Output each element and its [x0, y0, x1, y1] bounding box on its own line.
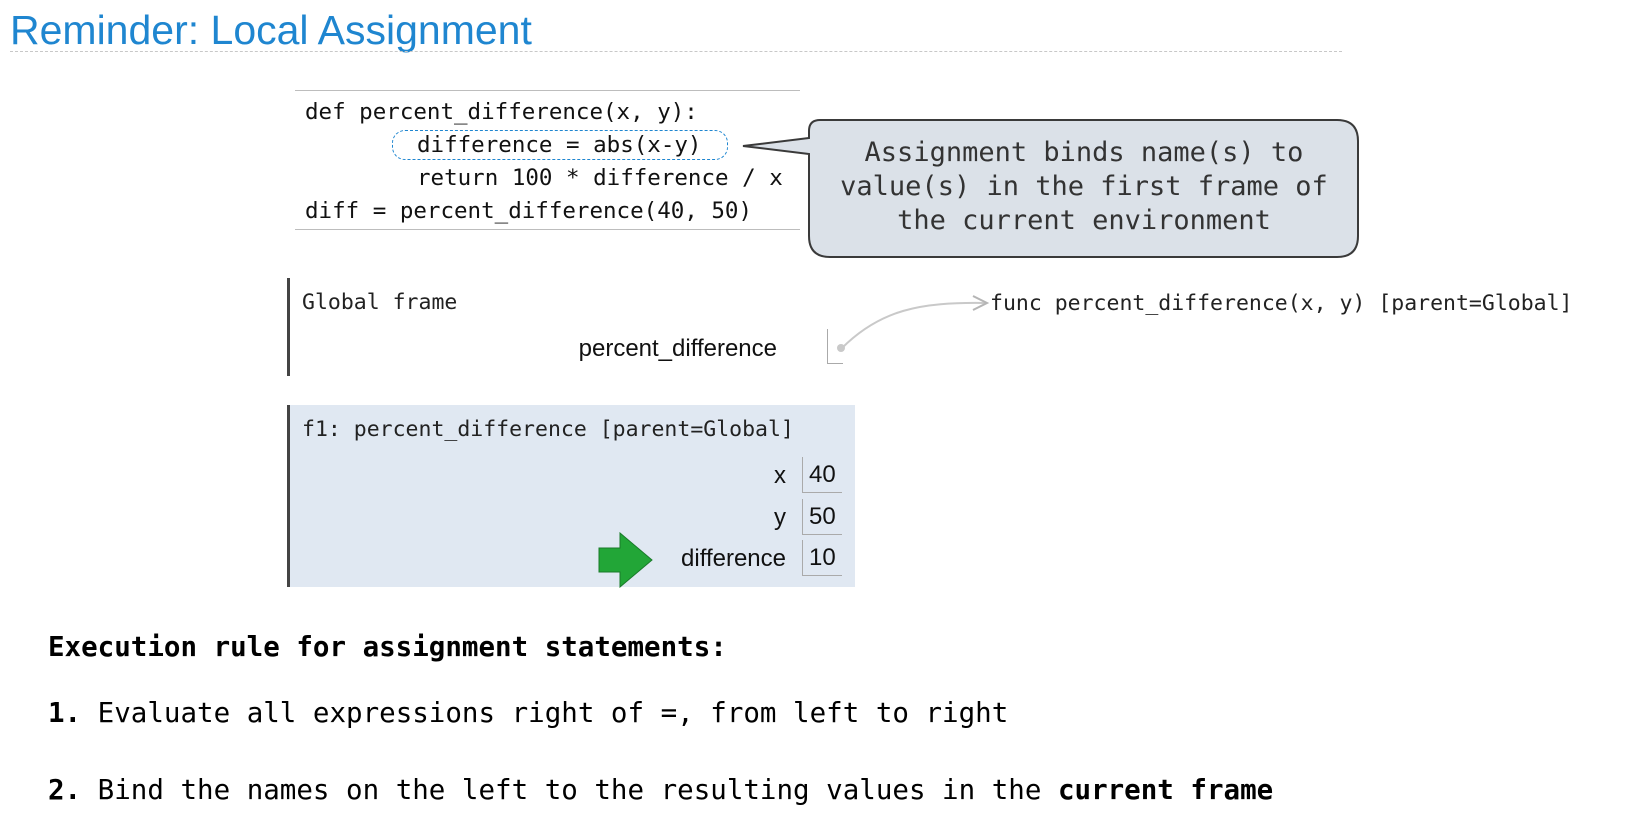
title-divider [10, 51, 1342, 52]
code-line: diff = percent_difference(40, 50) [305, 198, 753, 224]
function-object: func percent_difference(x, y) [parent=Gl… [990, 291, 1573, 316]
code-line: return 100 * difference / x [417, 165, 783, 191]
callout-line: value(s) in the first frame of [840, 171, 1328, 202]
code-line: def percent_difference(x, y): [305, 99, 698, 125]
global-frame: Global frame percent_difference [287, 278, 850, 376]
pointer-arrowhead [972, 295, 990, 311]
variable-name: percent_difference [578, 335, 777, 362]
pointer-arrow-line [841, 301, 986, 349]
code-block: def percent_difference(x, y): difference… [295, 90, 800, 230]
variable-name: difference [681, 545, 786, 572]
rule-emphasis: current frame [1057, 774, 1274, 806]
callout-line: the current environment [897, 205, 1271, 236]
callout-line: Assignment binds name(s) to [864, 137, 1304, 168]
variable-name: x [774, 462, 786, 489]
local-frame: f1: percent_difference [parent=Global] x… [287, 405, 855, 587]
callout-text: Assignment binds name(s) to value(s) in … [808, 136, 1360, 238]
rule-text: Evaluate all expressions right of =, fro… [81, 697, 1009, 729]
rule-number: 1. [48, 697, 82, 729]
code-line: difference = abs(x-y) [417, 132, 702, 158]
green-arrow-icon [598, 532, 653, 588]
rule-item: 1. Evaluate all expressions right of =, … [48, 697, 1008, 729]
variable-value: 40 [802, 457, 842, 493]
frame-label: Global frame [302, 290, 458, 315]
variable-name: y [774, 504, 786, 531]
frame-label: f1: percent_difference [parent=Global] [302, 417, 794, 442]
rule-number: 2. [48, 774, 82, 806]
variable-value: 10 [802, 540, 842, 576]
pointer-dot-icon [837, 344, 845, 352]
rule-item: 2. Bind the names on the left to the res… [48, 774, 1273, 806]
variable-value: 50 [802, 499, 842, 535]
slide-title: Reminder: Local Assignment [10, 7, 532, 53]
rule-heading: Execution rule for assignment statements… [48, 631, 727, 663]
rule-text: Bind the names on the left to the result… [81, 774, 1058, 806]
